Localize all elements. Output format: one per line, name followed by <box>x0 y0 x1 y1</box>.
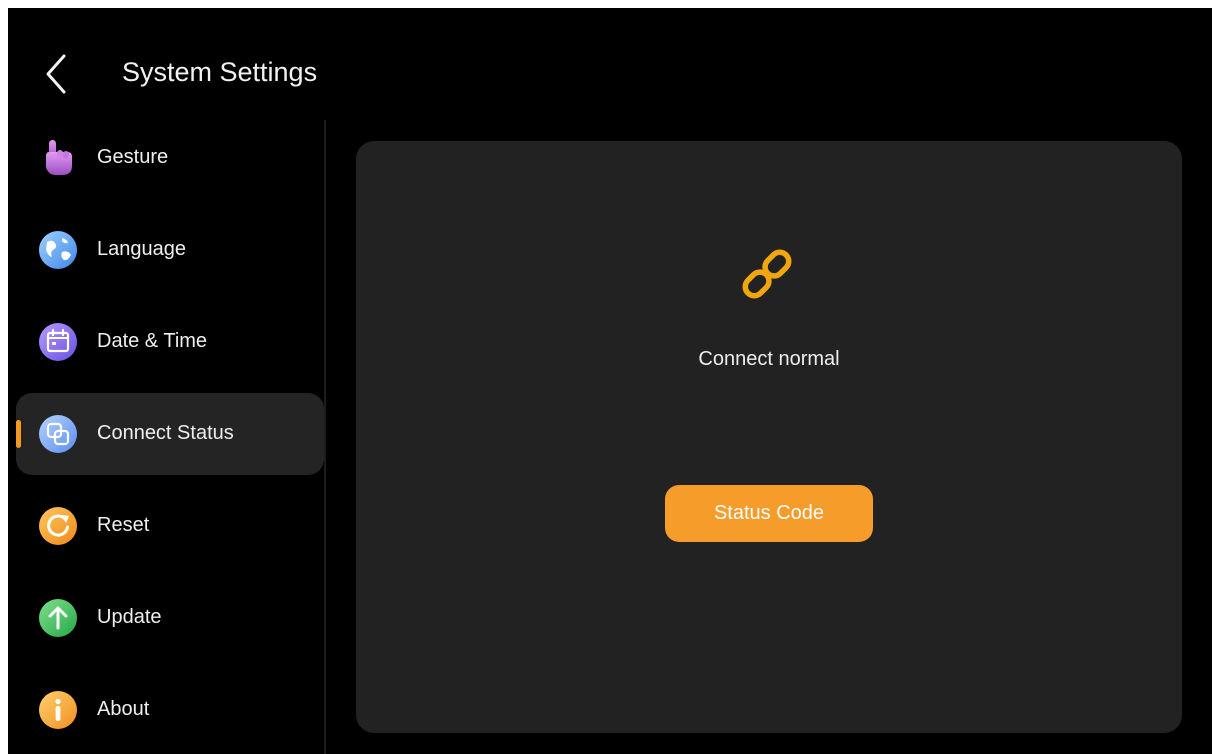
arrow-up-icon <box>39 599 77 637</box>
sidebar-item-label: About <box>97 698 150 720</box>
sidebar-item-label: Reset <box>97 514 150 536</box>
info-icon <box>39 691 77 729</box>
header: System Settings <box>8 38 608 108</box>
sidebar-item-language[interactable]: Language <box>16 209 324 291</box>
sidebar-item-reset[interactable]: Reset <box>16 485 324 567</box>
link-icon <box>742 249 792 299</box>
sidebar-item-label: Date & Time <box>97 330 208 352</box>
sidebar-item-update[interactable]: Update <box>16 577 324 659</box>
connection-status-text: Connect normal <box>698 348 840 370</box>
system-settings-screen: System Settings Gesture Language Date & … <box>8 8 1212 754</box>
sidebar-item-connect-status[interactable]: Connect Status <box>16 393 324 475</box>
chevron-left-icon <box>46 54 66 94</box>
sidebar-item-label: Language <box>97 238 186 260</box>
calendar-icon <box>39 323 77 361</box>
sidebar-item-label: Connect Status <box>97 422 234 444</box>
connect-status-panel: Connect normal Status Code <box>356 141 1182 733</box>
sidebar: Gesture Language Date & Time Connect Sta… <box>8 112 326 754</box>
globe-icon <box>39 231 77 269</box>
sidebar-item-about[interactable]: About <box>16 669 324 751</box>
active-indicator <box>16 420 21 448</box>
reset-icon <box>39 507 77 545</box>
sidebar-item-label: Update <box>97 606 162 628</box>
sidebar-item-label: Gesture <box>97 146 169 168</box>
connect-icon <box>39 415 77 453</box>
status-code-button[interactable]: Status Code <box>665 485 873 542</box>
sidebar-item-gesture[interactable]: Gesture <box>16 117 324 199</box>
page-title: System Settings <box>122 57 318 87</box>
sidebar-item-date-time[interactable]: Date & Time <box>16 301 324 383</box>
hand-pointer-icon <box>46 140 72 175</box>
back-button[interactable] <box>40 52 76 96</box>
